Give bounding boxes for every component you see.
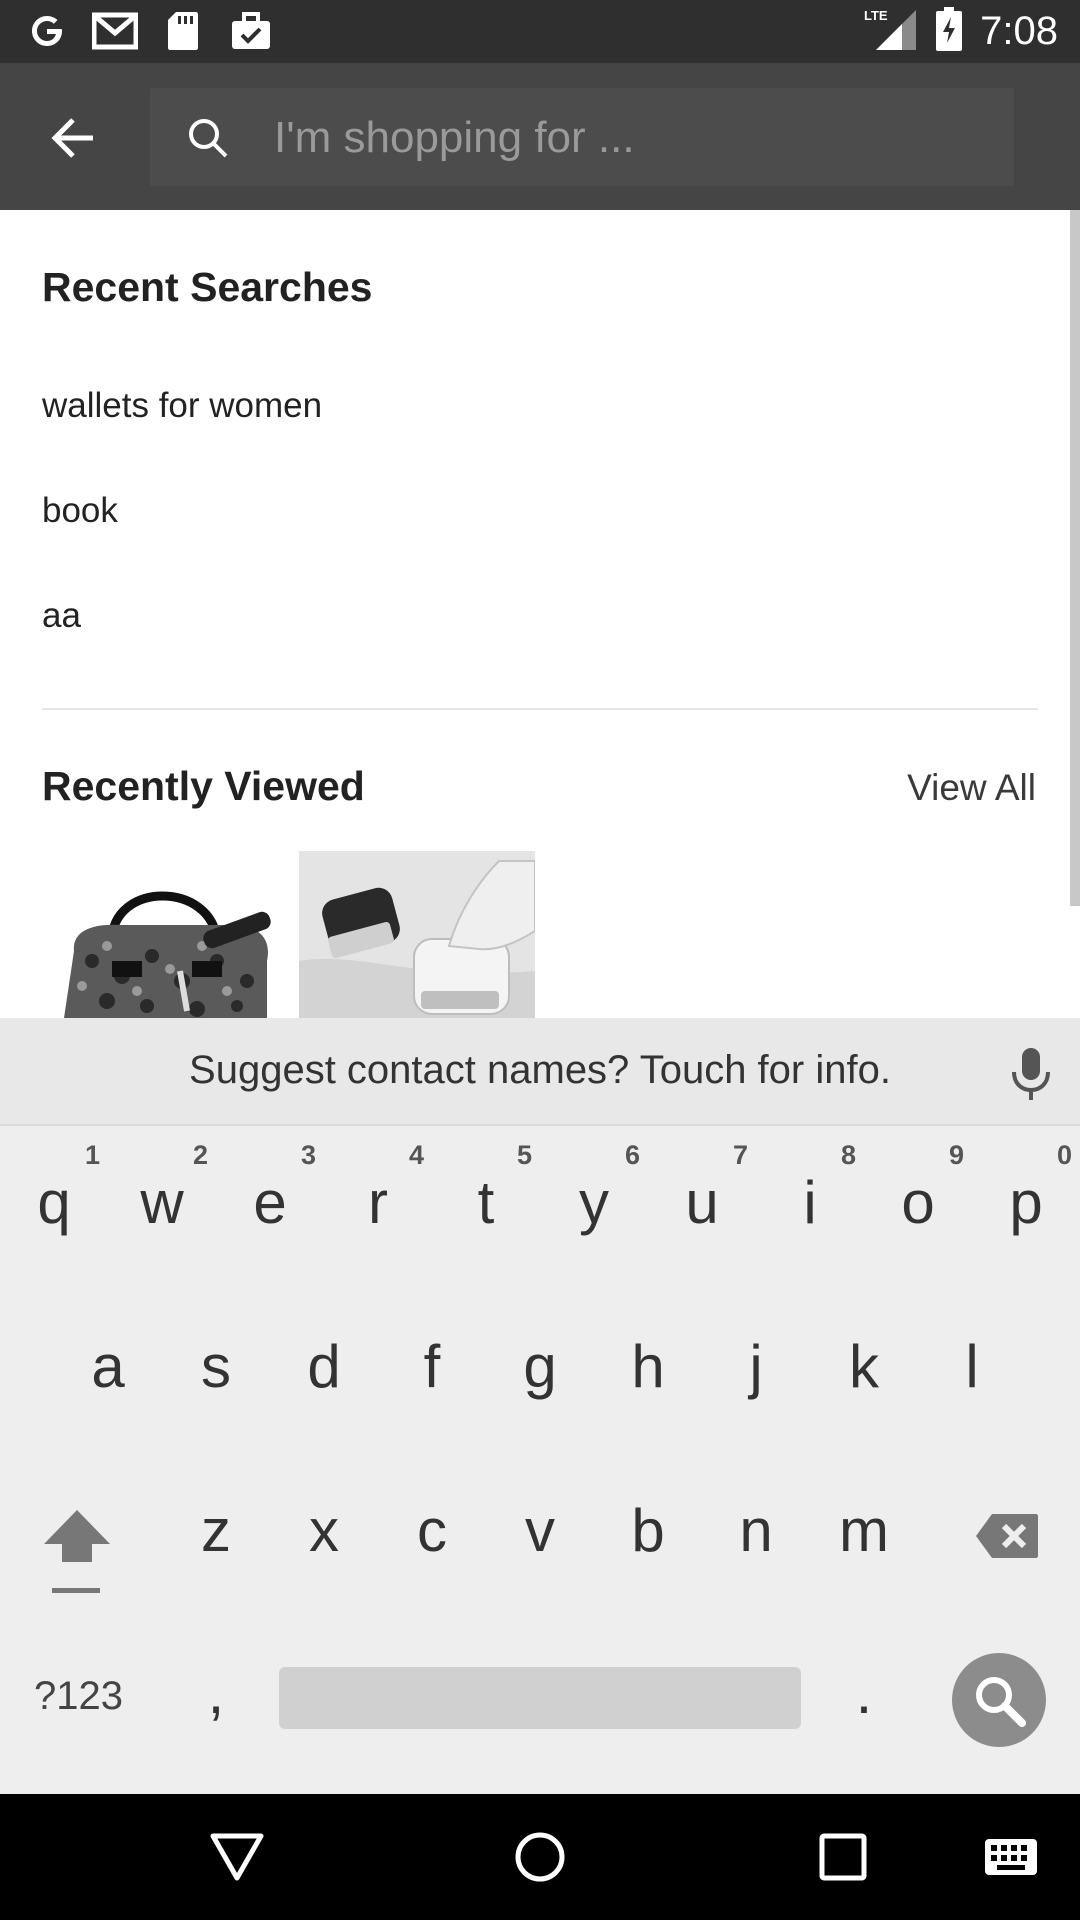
keyboard-icon (985, 1839, 1037, 1875)
key-p[interactable]: 0p (976, 1128, 1076, 1248)
view-all-link[interactable]: View All (907, 767, 1036, 809)
nav-back-button[interactable] (202, 1824, 272, 1890)
sd-card-icon (160, 8, 206, 54)
search-icon (976, 1677, 1026, 1727)
key-n[interactable]: n (706, 1456, 806, 1576)
key-v[interactable]: v (490, 1456, 590, 1576)
space-bar[interactable] (279, 1667, 801, 1729)
shift-key[interactable] (24, 1458, 124, 1593)
key-t[interactable]: 5t (436, 1128, 536, 1248)
key-x[interactable]: x (274, 1456, 374, 1576)
recent-search-item[interactable]: aa (42, 596, 81, 636)
arrow-back-icon (51, 118, 93, 158)
key-q[interactable]: 1q (4, 1128, 104, 1248)
key-f[interactable]: f (382, 1292, 482, 1412)
handbag-thumbnail[interactable] (52, 851, 288, 1018)
recent-search-item[interactable]: book (42, 491, 118, 531)
back-button[interactable] (38, 103, 108, 173)
briefcase-check-icon (228, 8, 274, 54)
comma-key[interactable]: , (166, 1618, 266, 1738)
navigation-bar (0, 1794, 1080, 1920)
search-icon (189, 119, 228, 158)
lint-remover-thumbnail[interactable] (299, 851, 535, 1018)
key-r[interactable]: 4r (328, 1128, 428, 1248)
key-a[interactable]: a (58, 1292, 158, 1412)
recent-searches-title: Recent Searches (42, 264, 373, 310)
section-divider (42, 708, 1038, 710)
recent-search-item[interactable]: wallets for women (42, 386, 322, 426)
backspace-icon (976, 1514, 1038, 1558)
key-m[interactable]: m (814, 1456, 914, 1576)
status-time: 7:08 (980, 9, 1058, 53)
key-g[interactable]: g (490, 1292, 590, 1412)
key-h[interactable]: h (598, 1292, 698, 1412)
search-app-bar (0, 63, 1080, 210)
microphone-icon[interactable] (1008, 1046, 1054, 1102)
search-box[interactable] (150, 88, 1014, 186)
key-c[interactable]: c (382, 1456, 482, 1576)
scrollbar[interactable] (1070, 210, 1080, 906)
key-b[interactable]: b (598, 1456, 698, 1576)
key-j[interactable]: j (706, 1292, 806, 1412)
soft-keyboard: Suggest contact names? Touch for info. 1… (0, 1018, 1080, 1794)
key-u[interactable]: 7u (652, 1128, 752, 1248)
svg-text:LTE: LTE (864, 8, 888, 23)
circle-home-icon (515, 1832, 565, 1882)
key-k[interactable]: k (814, 1292, 914, 1412)
battery-charging-icon (936, 7, 963, 56)
suggestion-strip[interactable]: Suggest contact names? Touch for info. (0, 1018, 1080, 1126)
key-y[interactable]: 6y (544, 1128, 644, 1248)
signal-lte-icon: LTE (862, 6, 918, 57)
shift-arrow-icon (44, 1510, 110, 1593)
nav-recents-button[interactable] (808, 1824, 878, 1890)
key-e[interactable]: 3e (220, 1128, 320, 1248)
period-key[interactable]: . (814, 1618, 914, 1738)
key-d[interactable]: d (274, 1292, 374, 1412)
key-o[interactable]: 9o (868, 1128, 968, 1248)
key-z[interactable]: z (166, 1456, 266, 1576)
suggestion-text[interactable]: Suggest contact names? Touch for info. (0, 1048, 1080, 1093)
key-i[interactable]: 8i (760, 1128, 860, 1248)
symbols-key[interactable]: ?123 (34, 1674, 123, 1719)
keyboard-switch-button[interactable] (966, 1824, 1056, 1890)
search-suggestions-panel: Recent Searches wallets for women book a… (0, 210, 1080, 1018)
delete-key[interactable] (954, 1458, 1064, 1578)
triangle-back-icon (210, 1833, 264, 1881)
nav-home-button[interactable] (505, 1824, 575, 1890)
status-bar: LTE 7:08 (0, 0, 1080, 63)
keyboard-search-button[interactable] (952, 1653, 1046, 1747)
gmail-icon (92, 8, 138, 54)
key-s[interactable]: s (166, 1292, 266, 1412)
square-recents-icon (819, 1833, 867, 1881)
recently-viewed-title: Recently Viewed (42, 763, 365, 809)
search-input[interactable] (272, 102, 976, 174)
google-g-icon (24, 8, 70, 54)
key-l[interactable]: l (922, 1292, 1022, 1412)
key-w[interactable]: 2w (112, 1128, 212, 1248)
